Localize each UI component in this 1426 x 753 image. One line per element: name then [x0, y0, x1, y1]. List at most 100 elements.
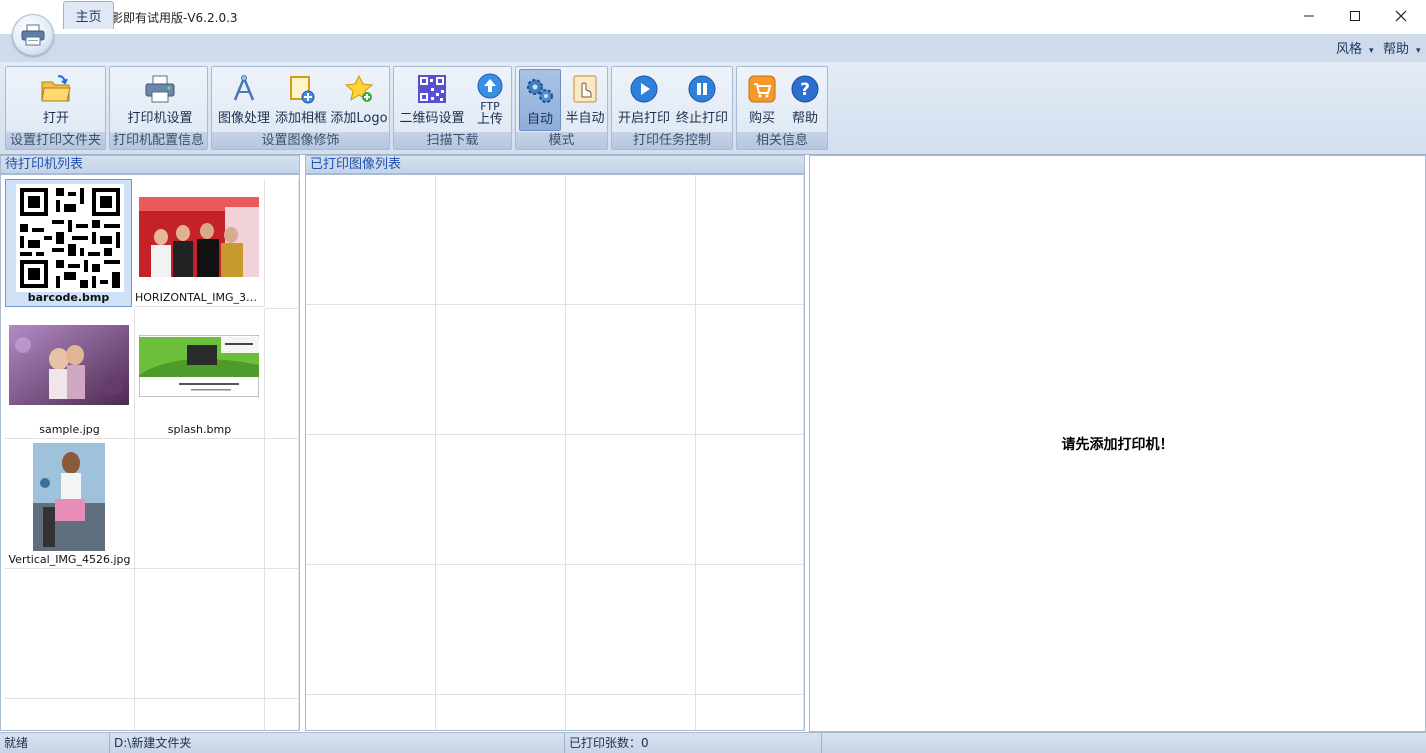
- open-folder-button[interactable]: 打开: [24, 69, 88, 131]
- open-folder-label: 打开: [42, 111, 69, 126]
- list-item-horizontal-img[interactable]: HORIZONTAL_IMG_306...: [135, 179, 265, 307]
- group-scan-download: 二维码设置 FTP 上传 扫描下载: [393, 66, 512, 150]
- status-state: 就绪: [0, 733, 110, 753]
- item-filename: HORIZONTAL_IMG_306...: [135, 291, 264, 304]
- status-folder-path: D:\新建文件夹: [110, 733, 565, 753]
- empty-cell: [265, 439, 299, 569]
- buy-label: 购买: [748, 111, 775, 126]
- empty-cell: [436, 175, 566, 305]
- maximize-button[interactable]: [1332, 0, 1378, 32]
- auto-mode-button[interactable]: 自动: [519, 69, 561, 131]
- help-menu-label: 帮助: [1383, 42, 1410, 57]
- empty-cell: [566, 435, 696, 565]
- qrcode-thumbnail: [16, 184, 124, 292]
- item-filename: splash.bmp: [167, 423, 232, 436]
- photo-thumbnail: [9, 325, 129, 405]
- close-button[interactable]: [1378, 0, 1424, 32]
- empty-cell: [436, 305, 566, 435]
- empty-cell: [306, 305, 436, 435]
- add-logo-button[interactable]: 添加Logo: [330, 69, 388, 131]
- photo-thumbnail: [139, 197, 259, 277]
- status-printed-count: 已打印张数：0: [565, 733, 822, 753]
- group-print-folder: 打开 设置打印文件夹: [5, 66, 106, 150]
- close-icon: [1395, 10, 1407, 22]
- image-process-button[interactable]: 图像处理: [216, 69, 272, 131]
- preview-area: 请先添加打印机！: [809, 155, 1426, 732]
- empty-cell: [265, 179, 299, 309]
- pending-image-list[interactable]: barcode.bmp HORIZONTAL_IMG_306... sample…: [0, 174, 300, 731]
- upload-label: 上传: [476, 112, 503, 127]
- help-menu[interactable]: 帮助 ▾: [1383, 38, 1421, 57]
- empty-cell: [135, 569, 265, 699]
- photo-thumbnail: [139, 335, 259, 397]
- svg-text:?: ?: [800, 80, 810, 100]
- empty-cell: [566, 695, 696, 730]
- empty-cell: [5, 699, 135, 730]
- group-label: 设置图像修饰: [212, 132, 389, 149]
- tab-home[interactable]: 主页: [63, 1, 114, 29]
- minimize-icon: [1304, 15, 1314, 17]
- style-menu[interactable]: 风格 ▾: [1336, 38, 1374, 57]
- stop-print-button[interactable]: 终止打印: [673, 69, 731, 131]
- list-item-barcode[interactable]: barcode.bmp: [5, 179, 132, 307]
- group-image-decoration: 图像处理 添加相框 添加Logo 设置图像修饰: [211, 66, 390, 150]
- add-logo-icon: [342, 72, 376, 106]
- printer-settings-button[interactable]: 打印机设置: [120, 69, 200, 131]
- group-label: 打印机配置信息: [110, 132, 207, 149]
- start-print-button[interactable]: 开启打印: [615, 69, 673, 131]
- ftp-upload-button[interactable]: FTP 上传: [470, 69, 510, 131]
- add-frame-button[interactable]: 添加相框: [273, 69, 329, 131]
- pending-panel-header: 待打印机列表: [0, 155, 300, 174]
- preview-message: 请先添加打印机！: [1061, 437, 1174, 453]
- empty-cell: [566, 305, 696, 435]
- empty-cell: [436, 695, 566, 730]
- auto-mode-label: 自动: [526, 112, 553, 127]
- empty-cell: [696, 305, 804, 435]
- group-label: 相关信息: [737, 132, 827, 149]
- empty-cell: [436, 435, 566, 565]
- list-item-splash[interactable]: splash.bmp: [135, 309, 265, 439]
- style-menu-label: 风格: [1336, 42, 1363, 57]
- stop-print-label: 终止打印: [675, 111, 728, 126]
- empty-cell: [566, 175, 696, 305]
- help-icon: ?: [788, 72, 822, 106]
- image-process-label: 图像处理: [217, 111, 270, 126]
- image-process-icon: [227, 72, 261, 106]
- gears-icon: [523, 73, 557, 107]
- minimize-button[interactable]: [1286, 0, 1332, 32]
- printer-logo-icon: [21, 24, 45, 46]
- qrcode-icon: [415, 72, 449, 106]
- empty-cell: [5, 569, 135, 699]
- empty-cell: [696, 435, 804, 565]
- help-label: 帮助: [791, 111, 818, 126]
- chevron-down-icon: ▾: [1413, 46, 1421, 56]
- item-filename: barcode.bmp: [27, 291, 110, 304]
- maximize-icon: [1350, 11, 1360, 21]
- qrcode-settings-label: 二维码设置: [399, 111, 465, 126]
- app-logo-button[interactable]: [12, 14, 54, 56]
- add-frame-label: 添加相框: [274, 111, 327, 126]
- semi-auto-mode-button[interactable]: 半自动: [563, 69, 607, 131]
- qrcode-settings-button[interactable]: 二维码设置: [397, 69, 467, 131]
- group-printer-config: 打印机设置 打印机配置信息: [109, 66, 208, 150]
- group-print-control: 开启打印 终止打印 打印任务控制: [611, 66, 733, 150]
- buy-button[interactable]: 购买: [741, 69, 783, 131]
- item-filename: Vertical_IMG_4526.jpg: [8, 553, 131, 566]
- group-label: 设置打印文件夹: [6, 132, 105, 149]
- photo-thumbnail: [33, 443, 105, 551]
- ribbon-tab-bar: [0, 34, 1426, 63]
- list-item-sample[interactable]: sample.jpg: [5, 309, 135, 439]
- printed-image-list[interactable]: [305, 174, 805, 731]
- hand-pointer-icon: [568, 72, 602, 106]
- printed-panel-header: 已打印图像列表: [305, 155, 805, 174]
- empty-cell: [306, 695, 436, 730]
- help-button[interactable]: ? 帮助: [784, 69, 826, 131]
- empty-cell: [265, 699, 299, 730]
- empty-cell: [696, 695, 804, 730]
- group-label: 模式: [516, 132, 607, 149]
- ribbon: 打开 设置打印文件夹 打印机设置 打印机配置信息 图像处理 添加相框 添加Log…: [0, 62, 1426, 155]
- folder-open-icon: [39, 72, 73, 106]
- start-print-label: 开启打印: [617, 111, 670, 126]
- list-item-vertical-img[interactable]: Vertical_IMG_4526.jpg: [5, 439, 135, 569]
- empty-cell: [306, 435, 436, 565]
